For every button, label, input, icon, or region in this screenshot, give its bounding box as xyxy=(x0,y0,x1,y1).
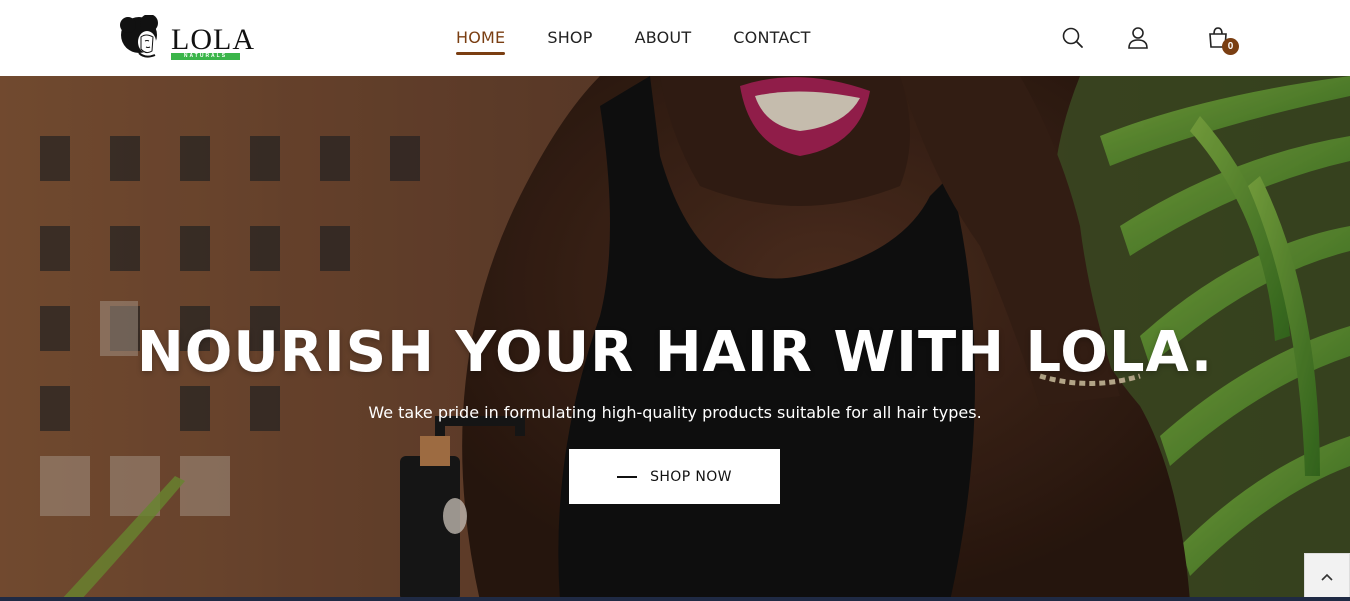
hero-banner: NOURISH YOUR HAIR WITH LOLA. We take pri… xyxy=(0,76,1350,601)
site-header: LOLA NATURALS HOME SHOP ABOUT CONTACT 0 xyxy=(0,0,1350,76)
search-icon[interactable] xyxy=(1061,26,1085,50)
main-nav: HOME SHOP ABOUT CONTACT xyxy=(456,27,853,57)
nav-item-home[interactable]: HOME xyxy=(456,27,506,57)
nav-item-about[interactable]: ABOUT xyxy=(635,27,692,57)
brand-logo[interactable]: LOLA NATURALS xyxy=(119,14,254,62)
user-icon[interactable] xyxy=(1126,26,1150,50)
afro-woman-logo-icon xyxy=(119,14,165,61)
shop-now-label: SHOP NOW xyxy=(650,468,732,485)
logo-subtext: NATURALS xyxy=(171,53,240,60)
nav-item-contact[interactable]: CONTACT xyxy=(733,27,810,57)
hero-title: NOURISH YOUR HAIR WITH LOLA. xyxy=(136,320,1214,385)
scroll-to-top-button[interactable] xyxy=(1304,553,1350,601)
shop-now-button[interactable]: SHOP NOW xyxy=(569,449,780,504)
hero-subtitle: We take pride in formulating high-qualit… xyxy=(368,403,982,422)
cart-count-badge: 0 xyxy=(1222,38,1239,55)
chevron-up-icon xyxy=(1321,573,1333,581)
bottom-divider xyxy=(0,597,1350,601)
nav-item-shop[interactable]: SHOP xyxy=(547,27,592,57)
logo-wordmark: LOLA xyxy=(171,23,255,56)
dash-icon xyxy=(617,475,638,478)
